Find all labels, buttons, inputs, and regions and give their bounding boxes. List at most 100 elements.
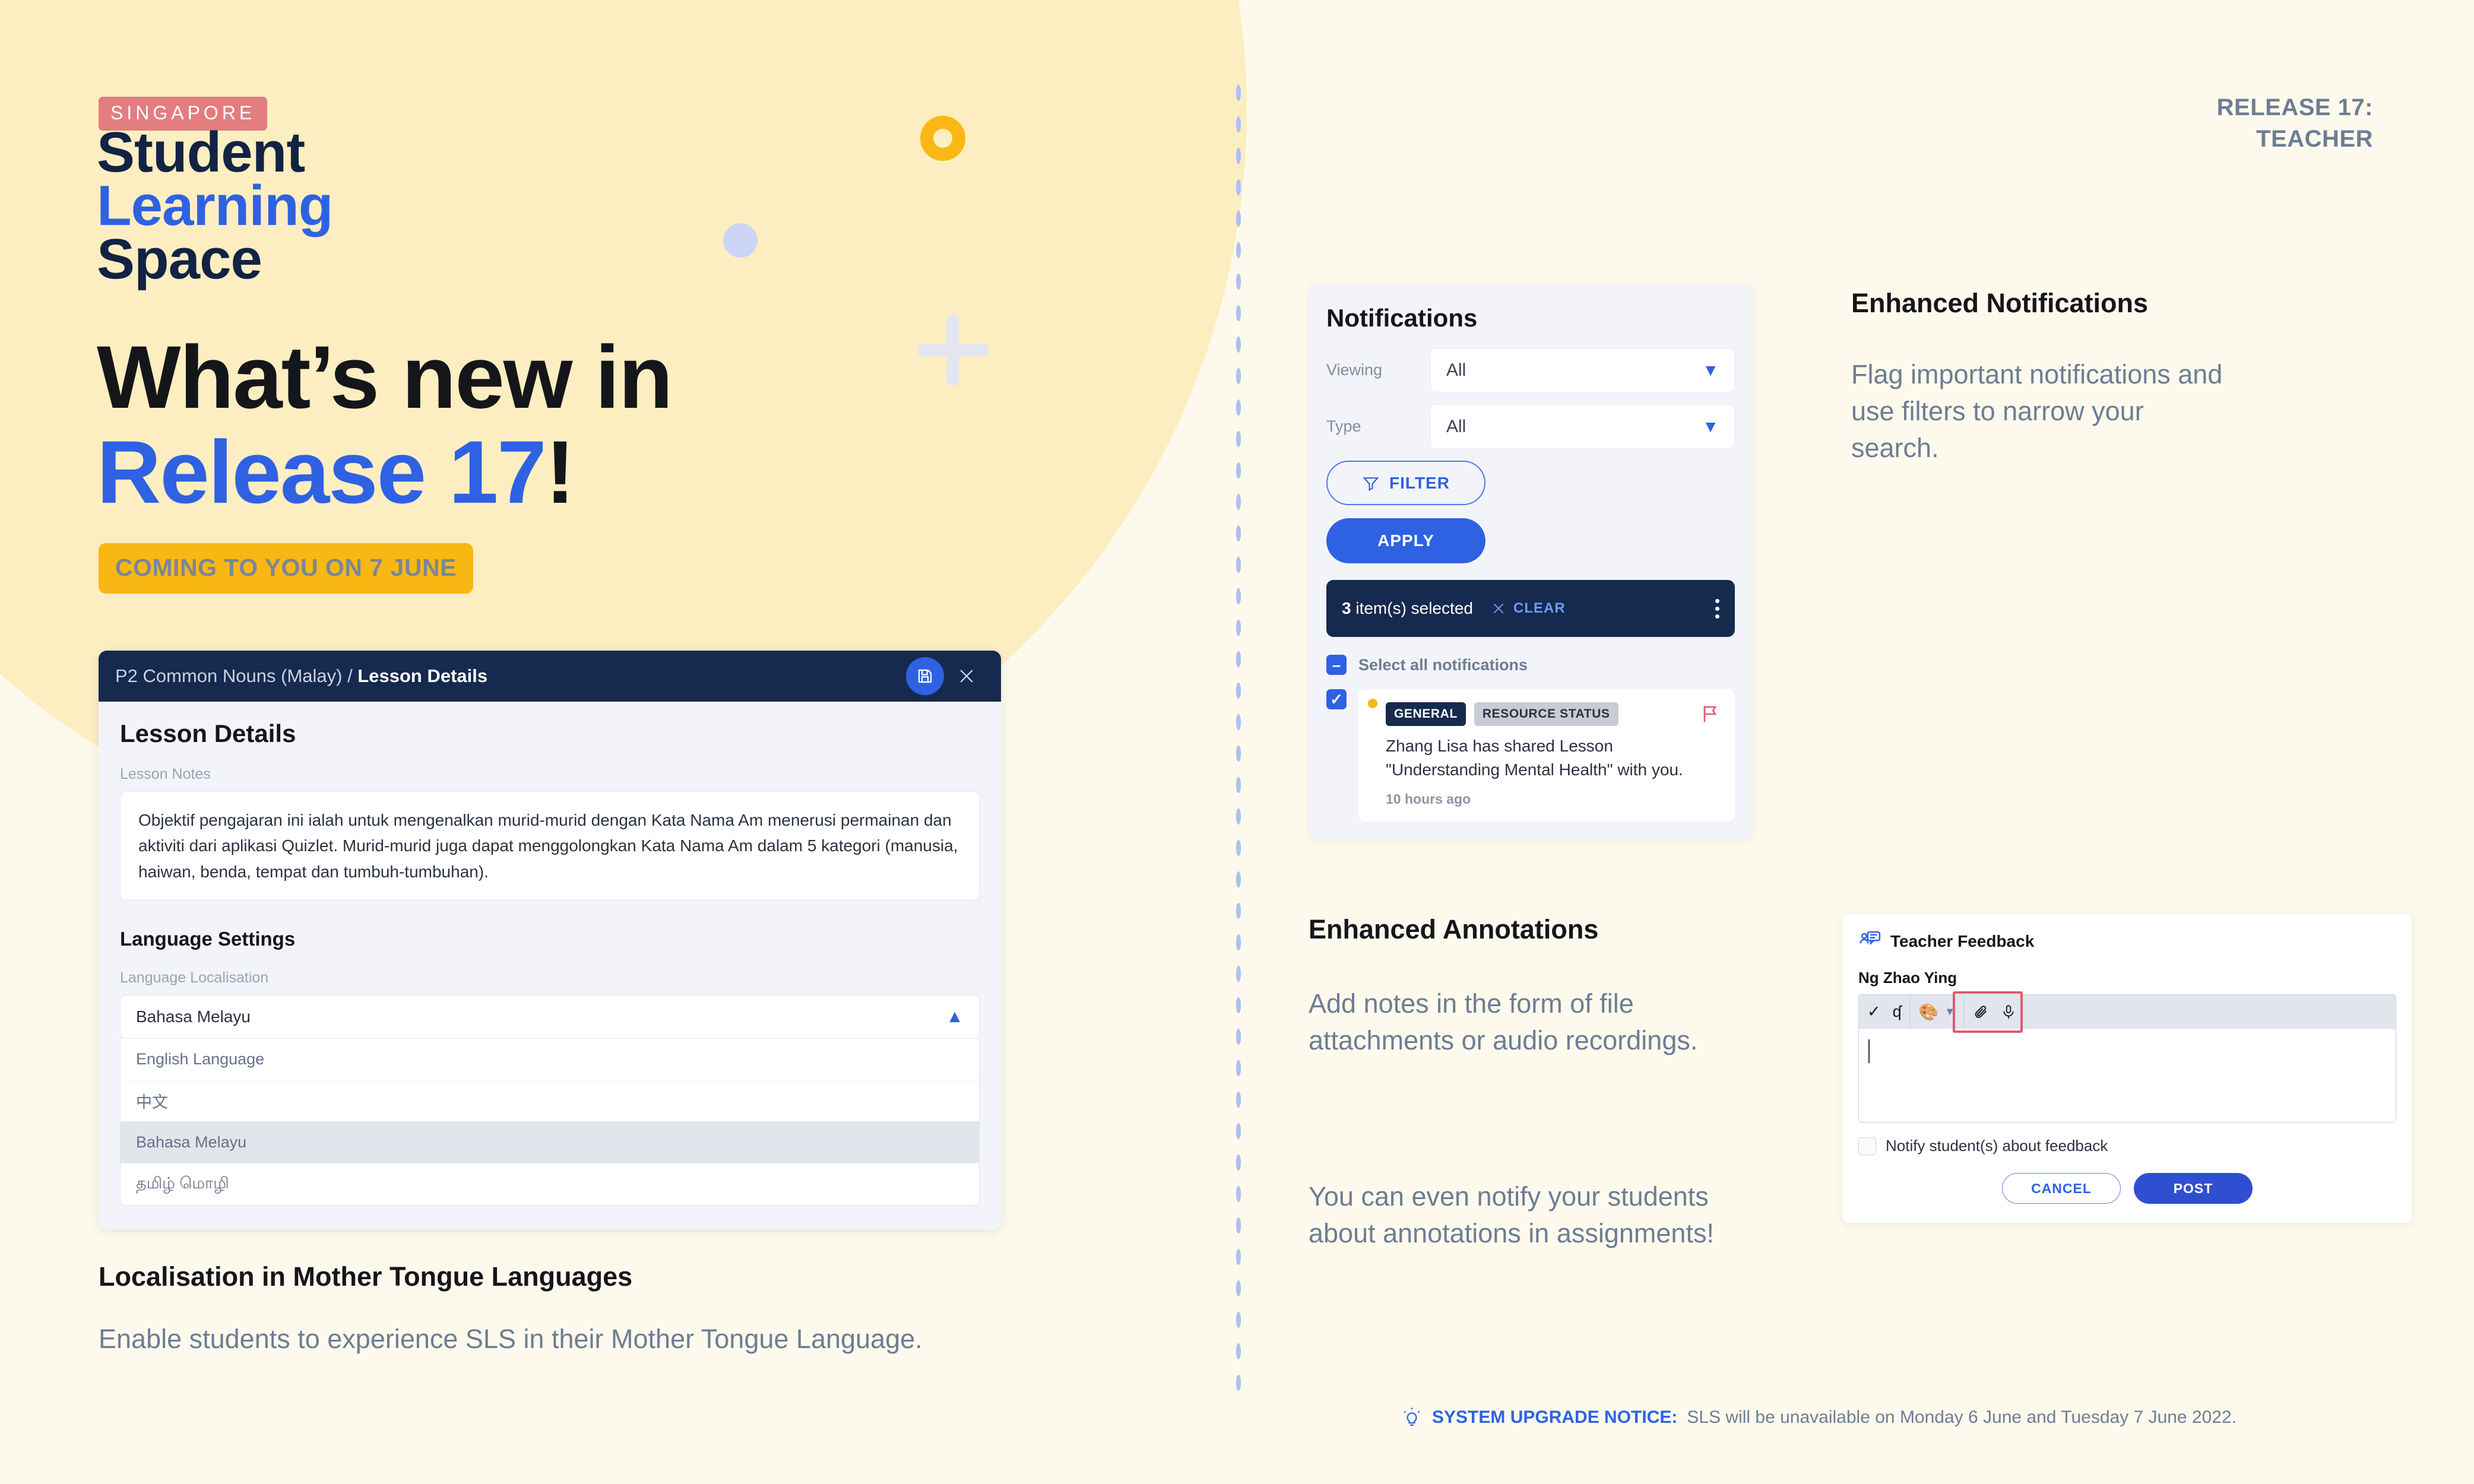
hero-headline: What’s new in Release 17! — [97, 327, 673, 516]
unread-dot-icon — [1368, 699, 1377, 708]
type-label: Type — [1326, 417, 1361, 435]
lesson-notes-label: Lesson Notes — [120, 766, 211, 782]
status-badge-secondary: RESOURCE STATUS — [1474, 702, 1618, 726]
cancel-button[interactable]: CANCEL — [2002, 1173, 2121, 1204]
lesson-details-card: P2 Common Nouns (Malay) / Lesson Details… — [99, 651, 1001, 1230]
microphone-icon[interactable] — [2001, 1004, 2016, 1020]
feedback-chat-icon — [1860, 931, 1881, 946]
kebab-dot — [1715, 598, 1719, 603]
breadcrumb-parent[interactable]: P2 Common Nouns (Malay) / — [115, 665, 357, 686]
notification-card[interactable]: GENERAL RESOURCE STATUS Zhang Lisa has s… — [1358, 689, 1735, 822]
feature-left-body: Enable students to experience SLS in the… — [99, 1324, 923, 1354]
selection-count-text: item(s) selected — [1351, 599, 1473, 617]
lightbulb-icon — [1404, 1407, 1420, 1426]
filter-button-label: FILTER — [1389, 473, 1450, 492]
notification-message: Zhang Lisa has shared Lesson "Understand… — [1386, 737, 1683, 779]
feature-annotations-body-2: You can even notify your students about … — [1309, 1181, 1714, 1249]
teacher-feedback-header: Teacher Feedback — [1858, 930, 2396, 953]
poster-root: SINGAPORE Student Learning Space What’s … — [0, 0, 2474, 1484]
language-select[interactable]: Bahasa Melayu ▲ — [120, 995, 980, 1039]
teacher-feedback-title: Teacher Feedback — [1890, 932, 2035, 950]
language-select-value: Bahasa Melayu — [136, 1007, 251, 1026]
save-button[interactable] — [906, 657, 944, 695]
language-options-list: English Language 中文 Bahasa Melayu தமிழ் … — [120, 1039, 980, 1206]
selection-count-number: 3 — [1342, 599, 1351, 617]
save-icon — [918, 669, 932, 683]
language-option-chinese[interactable]: 中文 — [121, 1080, 979, 1122]
apply-button-label: APPLY — [1377, 531, 1434, 550]
apply-button[interactable]: APPLY — [1326, 518, 1485, 563]
type-select[interactable]: All ▼ — [1430, 404, 1735, 449]
lesson-notes-textarea[interactable]: Objektif pengajaran ini ialah untuk meng… — [120, 791, 980, 901]
toolbar-group-3 — [1964, 995, 2025, 1029]
lesson-details-title: Lesson Details — [120, 719, 296, 747]
notify-students-row[interactable]: Notify student(s) about feedback — [1858, 1137, 2396, 1155]
logo-line-student: Student — [97, 121, 305, 184]
headline-exclamation: ! — [545, 422, 575, 522]
notifications-title: Notifications — [1326, 304, 1478, 332]
sls-logo: Student Learning Space — [97, 121, 333, 288]
system-upgrade-notice: SYSTEM UPGRADE NOTICE: SLS will be unava… — [1401, 1407, 2237, 1428]
feedback-actions: CANCEL POST — [1858, 1173, 2396, 1204]
notification-timestamp: 10 hours ago — [1386, 791, 1471, 807]
notice-rest: SLS will be unavailable on Monday 6 June… — [1687, 1407, 2237, 1427]
post-button[interactable]: POST — [2134, 1173, 2253, 1204]
funnel-icon — [1363, 477, 1379, 491]
headline-line-1: What’s new in — [97, 327, 673, 427]
feedback-editor[interactable] — [1858, 1029, 2396, 1122]
clear-selection-button[interactable]: CLEAR — [1491, 600, 1566, 617]
feature-notifications-body: Flag important notifications and use fil… — [1851, 359, 2223, 464]
close-icon — [1493, 603, 1504, 614]
release-label: RELEASE 17: TEACHER — [2216, 94, 2373, 152]
notify-checkbox-label: Notify student(s) about feedback — [1886, 1137, 2108, 1155]
cancel-button-label: CANCEL — [2031, 1180, 2092, 1196]
dotted-divider — [1234, 77, 1243, 1395]
notify-checkbox[interactable] — [1858, 1137, 1876, 1155]
notification-checkbox[interactable]: ✓ — [1326, 689, 1347, 709]
language-option-tamil[interactable]: தமிழ் மொழி — [121, 1163, 979, 1205]
notice-bold: SYSTEM UPGRADE NOTICE: — [1432, 1407, 1678, 1427]
feature-annotations-title: Enhanced Annotations — [1309, 914, 1599, 944]
toolbar-group-1: ✓ ʠ — [1859, 995, 1910, 1029]
editor-toolbar: ✓ ʠ 🎨 ▼ — [1858, 991, 2396, 1033]
close-button[interactable] — [948, 657, 986, 695]
logo-line-learning: Learning — [97, 174, 333, 238]
language-option-english[interactable]: English Language — [121, 1039, 979, 1081]
chevron-down-icon[interactable]: ▼ — [1944, 1006, 1955, 1018]
selection-count: 3 item(s) selected — [1342, 599, 1473, 618]
headline-line-2: Release 17! — [97, 427, 671, 516]
breadcrumb-current: Lesson Details — [357, 665, 488, 686]
language-option-malay[interactable]: Bahasa Melayu — [121, 1122, 979, 1164]
kebab-dot — [1715, 614, 1719, 619]
notification-tags: GENERAL RESOURCE STATUS — [1373, 702, 1721, 726]
more-vertical-icon[interactable] — [1715, 598, 1719, 619]
paperclip-icon[interactable] — [1972, 1004, 1989, 1020]
toolbar-group-2: 🎨 ▼ — [1911, 995, 1963, 1029]
type-filter-row: Type All ▼ — [1326, 404, 1735, 449]
chevron-down-icon: ▼ — [1702, 360, 1719, 379]
check-mark-icon[interactable]: ✓ — [1867, 1003, 1881, 1021]
language-settings-title: Language Settings — [120, 928, 296, 950]
clear-label: CLEAR — [1513, 600, 1566, 616]
select-all-label: Select all notifications — [1358, 655, 1528, 674]
undo-icon[interactable]: ʠ — [1893, 1003, 1902, 1021]
viewing-select-value: All — [1446, 360, 1466, 380]
select-all-checkbox[interactable]: – — [1326, 655, 1347, 675]
left-column: SINGAPORE Student Learning Space What’s … — [0, 0, 1217, 1484]
language-localisation-label: Language Localisation — [120, 969, 269, 987]
lesson-card-header: P2 Common Nouns (Malay) / Lesson Details — [99, 651, 1001, 702]
filter-button[interactable]: FILTER — [1326, 461, 1485, 505]
palette-icon[interactable]: 🎨 — [1919, 1003, 1939, 1022]
list-item[interactable]: ✓ GENERAL RESOURCE STATUS Zhang Lisa has… — [1326, 689, 1735, 822]
chevron-down-icon: ▼ — [1702, 417, 1719, 436]
coming-soon-pill: COMING TO YOU ON 7 JUNE — [99, 543, 473, 594]
flag-icon[interactable] — [1699, 703, 1721, 725]
viewing-select[interactable]: All ▼ — [1430, 348, 1735, 392]
select-all-row[interactable]: – Select all notifications — [1326, 655, 1735, 675]
chevron-up-icon: ▲ — [946, 1007, 964, 1027]
feature-annotations-body-1: Add notes in the form of file attachment… — [1309, 988, 1698, 1056]
student-name: Ng Zhao Ying — [1858, 969, 1957, 987]
status-badge: GENERAL — [1386, 702, 1466, 726]
selection-toolbar: 3 item(s) selected CLEAR — [1326, 580, 1735, 637]
breadcrumb: P2 Common Nouns (Malay) / Lesson Details — [115, 665, 487, 687]
